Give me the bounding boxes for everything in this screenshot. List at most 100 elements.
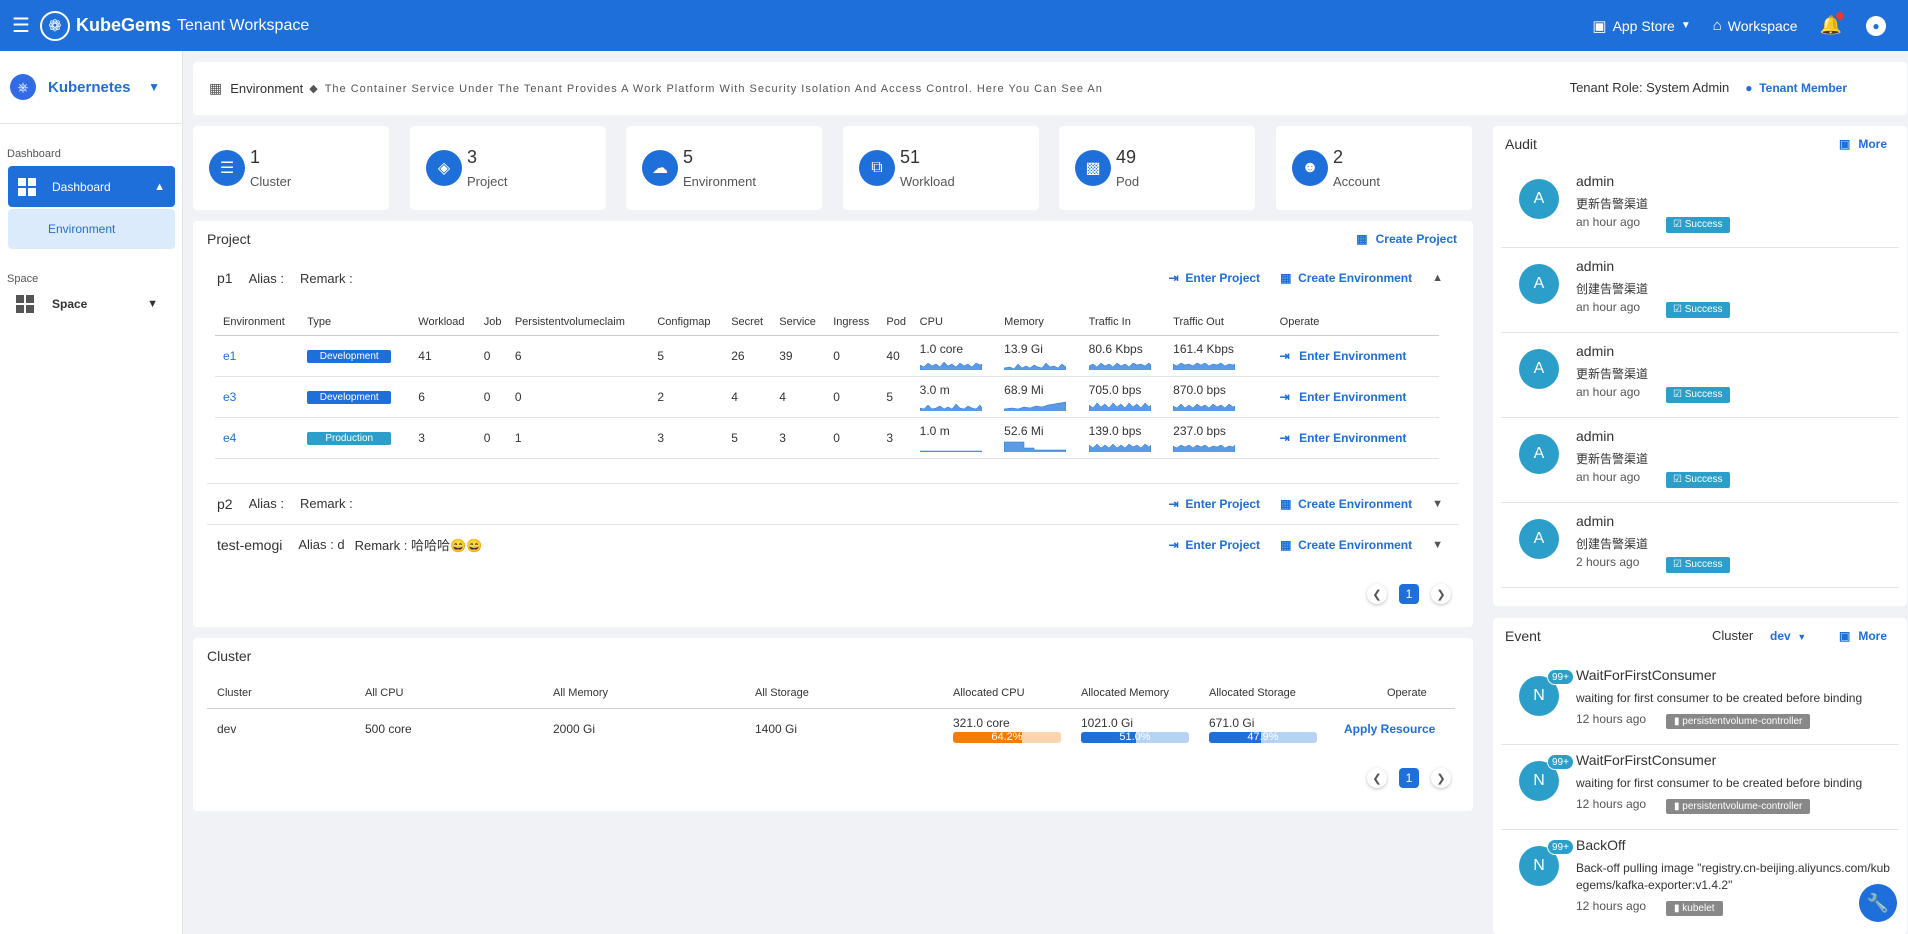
audit-more-button[interactable]: ▣ More: [1839, 137, 1887, 151]
brand-subtitle: Tenant Workspace: [177, 16, 310, 34]
event-title: Event: [1505, 628, 1541, 644]
event-more-button[interactable]: ▣ More: [1839, 629, 1887, 643]
account-icon[interactable]: ●: [1866, 15, 1886, 36]
enter-environment-button[interactable]: ⇥ Enter Environment: [1280, 390, 1439, 404]
sidebar-item-dashboard[interactable]: Dashboard ▲: [8, 166, 175, 207]
audit-title: Audit: [1505, 136, 1537, 152]
apply-resource-button[interactable]: Apply Resource: [1344, 722, 1435, 736]
workload-icon: ⧉: [859, 150, 895, 186]
chevron-down-icon[interactable]: ▼: [1432, 539, 1443, 551]
environment-header: ▦ Environment ◆ The Container Service Un…: [193, 62, 1907, 115]
kubegems-logo-icon: ❁: [40, 10, 70, 41]
chevron-up-icon[interactable]: ▲: [1432, 272, 1443, 284]
project-alias: Alias :: [248, 496, 284, 511]
notification-bell-icon[interactable]: 🔔: [1820, 12, 1844, 36]
source-label: persistentvolume-controller: [1682, 801, 1803, 812]
menu-icon[interactable]: ☰: [0, 13, 38, 38]
project-remark: Remark :: [299, 270, 353, 286]
column-header: Allocated CPU: [943, 678, 1071, 709]
create-environment-button[interactable]: ▦ Create Environment: [1280, 271, 1412, 285]
enter-project-button[interactable]: ⇥ Enter Project: [1169, 271, 1260, 285]
event-name: WaitForFirstConsumer: [1576, 752, 1717, 768]
column-header: Environment: [215, 309, 300, 336]
cluster-selector[interactable]: ⎈ Kubernetes ▼: [0, 51, 182, 124]
previous-page-icon[interactable]: ❮: [1367, 584, 1387, 604]
workspace-label: Workspace: [1727, 17, 1798, 34]
environment-icon: ▦: [209, 80, 223, 96]
project-card-title: Project: [207, 231, 251, 247]
enter-environment-label: Enter Environment: [1299, 430, 1407, 445]
project-alias: Alias : d: [298, 537, 345, 552]
enter-environment-button[interactable]: ⇥ Enter Environment: [1280, 349, 1439, 363]
environment-link[interactable]: e1: [223, 349, 236, 363]
traffic-in-value: 80.6 Kbps: [1088, 341, 1143, 356]
wrench-icon[interactable]: 🔧: [1859, 884, 1897, 922]
memory-sparkline: [1004, 441, 1067, 452]
more-label: More: [1858, 629, 1887, 643]
event-message: waiting for first consumer to be created…: [1576, 691, 1863, 705]
column-header: Configmap: [649, 309, 724, 336]
column-header: CPU: [911, 309, 997, 336]
event-time: 12 hours ago: [1576, 797, 1647, 811]
tenant-member-button[interactable]: ● Tenant Member: [1745, 81, 1847, 95]
list-item: A admin 更新告警渠道 an hour ago ☑ Success: [1501, 333, 1899, 418]
workspace-link[interactable]: ⌂ Workspace: [1713, 17, 1798, 34]
brand-name: KubeGems: [76, 15, 172, 35]
page-description: The Container Service Under The Tenant P…: [324, 82, 1103, 95]
home-icon: ⌂: [1712, 17, 1722, 34]
workload-cell: 3: [410, 417, 476, 459]
event-time: 12 hours ago: [1576, 899, 1647, 913]
project-remark: Remark :: [299, 496, 353, 511]
pvc-cell: 6: [506, 335, 650, 377]
event-message: Back-off pulling image "registry.cn-beij…: [1576, 861, 1890, 892]
job-cell: 0: [475, 417, 507, 459]
previous-page-icon[interactable]: ❮: [1367, 768, 1387, 788]
create-project-button[interactable]: ▦ Create Project: [1356, 232, 1457, 246]
audit-user: admin: [1576, 258, 1615, 274]
workload-cell: 6: [410, 376, 476, 418]
environment-link[interactable]: e3: [223, 390, 236, 404]
sidebar-item-space[interactable]: Space ▼: [0, 289, 182, 319]
next-page-icon[interactable]: ❯: [1431, 768, 1451, 788]
audit-action: 更新告警渠道: [1576, 197, 1649, 211]
traffic-out-value: 161.4 Kbps: [1173, 341, 1234, 356]
enter-environment-label: Enter Environment: [1299, 389, 1407, 404]
enter-project-button[interactable]: ⇥ Enter Project: [1169, 497, 1260, 511]
create-environment-button[interactable]: ▦ Create Environment: [1280, 497, 1412, 511]
environment-link[interactable]: e4: [223, 431, 236, 445]
next-page-icon[interactable]: ❯: [1431, 584, 1451, 604]
status-label: Success: [1684, 304, 1723, 315]
chevron-down-icon[interactable]: ▼: [1432, 498, 1443, 510]
service-cell: 3: [771, 417, 826, 459]
cpu-value: 1.0 m: [919, 423, 950, 438]
pvc-cell: 1: [506, 417, 650, 459]
create-environment-button[interactable]: ▦ Create Environment: [1280, 538, 1412, 552]
space-icon: [16, 295, 34, 313]
table-row: e3 Development 6 0 0 2 4 4 0 5 3.0 m 68.…: [215, 376, 1439, 418]
app-store-menu[interactable]: ▣ App Store ▼: [1592, 17, 1690, 35]
service-cell: 39: [771, 335, 826, 377]
table-row: dev 500 core 2000 Gi 1400 Gi 321.0 core …: [207, 708, 1455, 750]
enter-environment-label: Enter Environment: [1299, 348, 1407, 363]
current-page[interactable]: 1: [1399, 768, 1419, 788]
cube-icon: ◈: [426, 150, 462, 186]
cluster-icon: ☰: [209, 150, 245, 186]
count-badge: 99+: [1547, 754, 1574, 770]
sidebar: ⎈ Kubernetes ▼ Dashboard Dashboard ▲ Env…: [0, 51, 183, 934]
stat-card-pod: ▩ 49 Pod: [1059, 126, 1255, 210]
column-header: Job: [475, 309, 507, 336]
traffic-out-sparkline: [1173, 444, 1236, 452]
column-header: Service: [771, 309, 826, 336]
column-header: Ingress: [825, 309, 879, 336]
event-cluster-select[interactable]: dev ▼: [1770, 629, 1806, 643]
sidebar-item-environment[interactable]: Environment: [8, 209, 175, 249]
column-header: All Storage: [745, 678, 943, 709]
cluster-selector-label: Kubernetes: [48, 78, 131, 96]
audit-action: 更新告警渠道: [1576, 367, 1649, 381]
notification-dot: [1836, 12, 1844, 20]
enter-project-button[interactable]: ⇥ Enter Project: [1169, 538, 1260, 552]
pod-icon: ▩: [1075, 150, 1111, 186]
status-badge: ☑ Success: [1666, 472, 1730, 488]
current-page[interactable]: 1: [1399, 584, 1419, 604]
enter-environment-button[interactable]: ⇥ Enter Environment: [1280, 431, 1439, 445]
